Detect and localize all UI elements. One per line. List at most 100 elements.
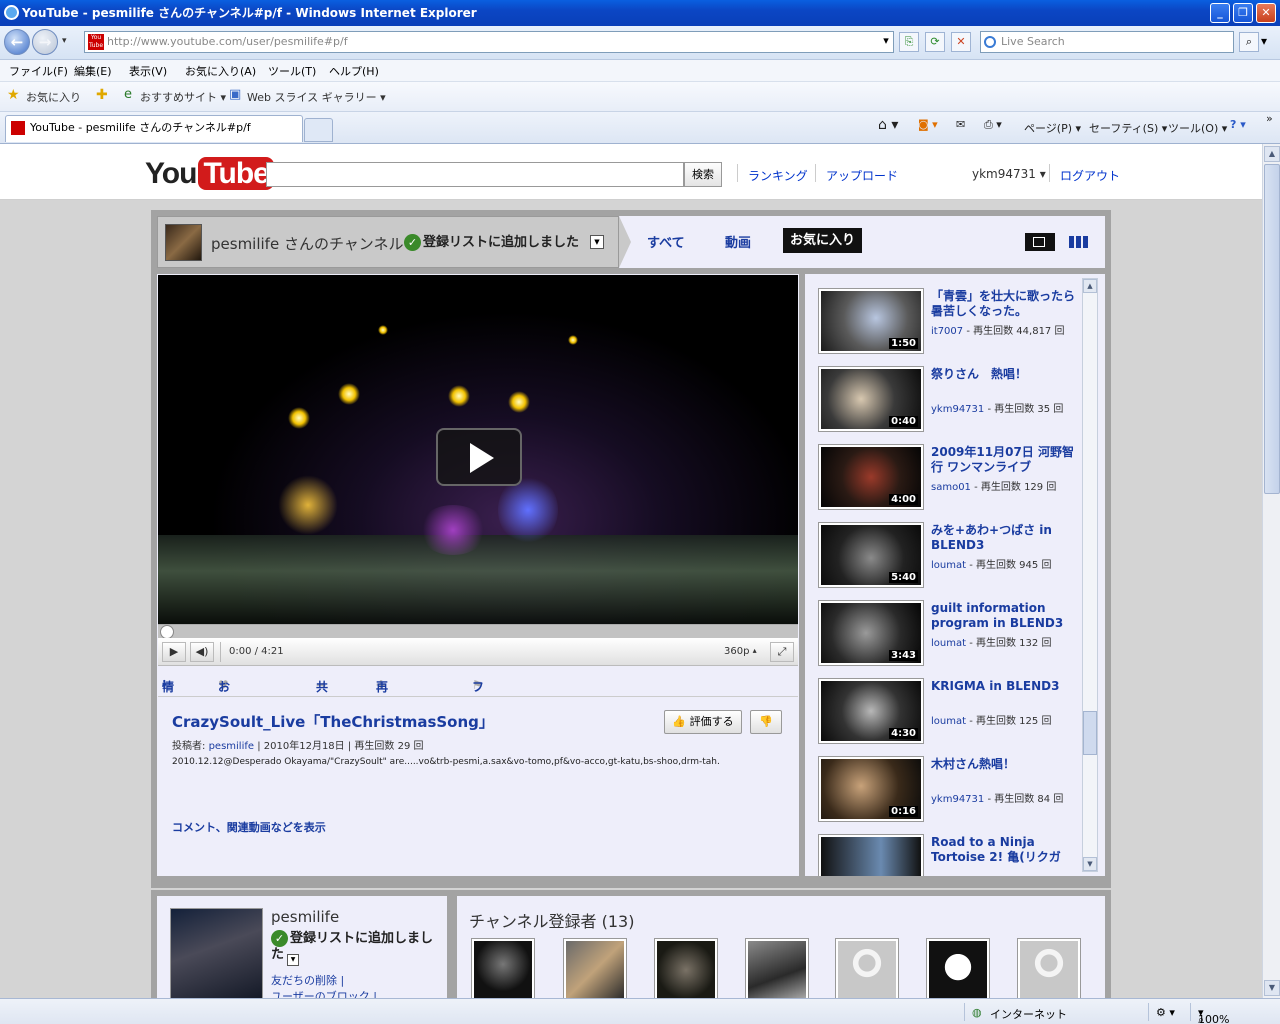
logout-link[interactable]: ログアウト [1060,167,1120,184]
video-thumbnail[interactable]: 0:16 [818,756,924,822]
page-scrollbar[interactable]: ▲ ▼ [1262,144,1280,998]
suggested-sites-link[interactable]: おすすめサイト ▾ [140,89,226,105]
stop-icon[interactable]: ✕ [951,32,971,52]
subscriber-avatar[interactable] [563,938,627,998]
scroll-up-icon[interactable]: ▲ [1083,279,1097,293]
tools-menu[interactable]: ツール(O) ▾ [1168,120,1227,136]
play-icon[interactable]: ▶ [162,642,186,662]
video-list-user[interactable]: loumat [931,638,966,649]
page-scroll-thumb[interactable] [1264,164,1280,494]
dislike-button[interactable]: 👎 [750,710,782,734]
menu-view[interactable]: 表示(V) [129,63,167,79]
menu-tools[interactable]: ツール(T) [268,63,316,79]
back-button[interactable]: ← [4,29,30,55]
url-dropdown-icon[interactable]: ▾ [876,32,896,52]
subscription-dropdown-icon[interactable]: ▼ [590,235,604,249]
subscriber-avatar[interactable] [745,938,809,998]
close-button[interactable]: ✕ [1256,3,1276,23]
search-go-icon[interactable]: ⌕ [1239,32,1259,52]
video-thumbnail[interactable]: 5:40 [818,522,924,588]
video-thumbnail[interactable]: 4:30 [818,678,924,744]
video-list-user[interactable]: samo01 [931,482,971,493]
url-input[interactable]: You Tube http://www.youtube.com/user/pesm… [84,31,894,53]
profile-picture[interactable] [170,908,263,998]
read-mail-icon[interactable]: ✉ [956,118,965,131]
help-icon[interactable]: ? ▾ [1230,118,1246,131]
add-favorite-icon[interactable]: ✚ [96,87,108,103]
zoom-control[interactable]: ⌕ 100% ▾ [1198,1006,1229,1024]
favorites-button[interactable]: お気に入り [26,89,81,105]
history-dropdown-icon[interactable]: ▾ [62,36,67,46]
page-scroll-down-icon[interactable]: ▼ [1264,980,1280,996]
list-item[interactable]: 1:50 「青雲」を壮大に歌ったら暑苦しくなった。 it7007 - 再生回数 44… [805,274,1105,354]
quality-selector[interactable]: 360p ▴ [724,646,757,657]
safety-menu[interactable]: セーフティ(S) ▾ [1089,120,1167,136]
video-list-title[interactable]: 木村さん熱唱！ [931,757,1081,772]
remove-friend-link[interactable]: 友だちの削除 | [271,972,344,988]
list-item[interactable]: 0:40 祭りさん 熱唱！ ykm94731 - 再生回数 35 回 [805,352,1105,432]
video-thumbnail[interactable] [818,834,924,876]
youtube-search-button[interactable]: 検索 [684,162,722,187]
username-dropdown[interactable]: ykm94731 ▾ [972,167,1046,181]
more-toolbar-icon[interactable]: » [1266,112,1273,125]
list-item[interactable]: 4:30 KRIGMA in BLEND3 loumat - 再生回数 125 回 [805,664,1105,744]
video-list-user[interactable]: ykm94731 [931,794,984,805]
tab-videos[interactable]: 動画 [725,232,751,251]
fullscreen-icon[interactable]: ⤢ [770,642,794,662]
list-item[interactable]: 0:16 木村さん熱唱！ ykm94731 - 再生回数 84 回 [805,742,1105,822]
video-progress-bar[interactable] [158,624,798,639]
list-scroll-thumb[interactable] [1083,711,1097,755]
channel-avatar[interactable] [165,224,202,261]
subscriber-avatar[interactable] [471,938,535,998]
video-thumbnail[interactable]: 0:40 [818,366,924,432]
video-list-user[interactable]: loumat [931,560,966,571]
video-list-user[interactable]: it7007 [931,326,963,337]
uploader-link[interactable]: pesmilife [209,741,254,752]
list-item[interactable]: 5:40 みを+あわ+つばさ in BLEND3 loumat - 再生回数 945… [805,508,1105,588]
minimize-button[interactable]: _ [1210,3,1230,23]
tab-all[interactable]: すべて [647,232,685,251]
scroll-down-icon[interactable]: ▼ [1083,857,1097,871]
tab-favorites[interactable]: お気に入り [783,228,863,253]
ranking-link[interactable]: ランキング [748,167,808,184]
print-icon[interactable]: ⎙ ▾ [984,118,1002,132]
compatibility-view-icon[interactable]: ⎘ [899,32,919,52]
page-menu[interactable]: ページ(P) ▾ [1024,120,1081,136]
feeds-icon[interactable]: ◙ ▾ [918,118,938,131]
subscriber-avatar[interactable] [654,938,718,998]
forward-button[interactable]: → [32,29,58,55]
volume-icon[interactable]: ◀) [190,642,214,662]
profile-subscription-dropdown-icon[interactable]: ▼ [287,954,299,966]
rate-button[interactable]: 👍 評価する [664,710,742,734]
search-options-icon[interactable]: ▾ [1261,34,1267,48]
video-player[interactable] [158,275,798,624]
live-search-input[interactable]: Live Search [980,31,1234,53]
list-item[interactable]: 3:43 guilt information program in BLEND3 l… [805,586,1105,666]
player-view-icon[interactable] [1025,233,1055,251]
protected-mode-icon[interactable]: ⚙ ▾ [1156,1006,1175,1019]
show-comments-link[interactable]: コメント、関連動画などを表示 [172,819,326,835]
video-list-title[interactable]: 「青雲」を壮大に歌ったら暑苦しくなった。 [931,289,1081,319]
subscriber-avatar[interactable] [926,938,990,998]
video-list-title[interactable]: Road to a Ninja Tortoise 2! 亀(リクガ [931,835,1081,865]
menu-favorites[interactable]: お気に入り(A) [185,63,256,79]
home-icon[interactable]: ⌂ ▾ [878,117,898,133]
video-list-title[interactable]: 2009年11月07日 河野智行 ワンマンライブ [931,445,1081,475]
block-user-link[interactable]: ユーザーのブロック | [271,988,377,998]
youtube-logo[interactable]: You Tube [145,154,274,194]
subscriber-avatar-default[interactable] [835,938,899,998]
video-list-user[interactable]: ykm94731 [931,404,984,415]
menu-file[interactable]: ファイル(F) [9,63,68,79]
subscriber-avatar-default[interactable] [1017,938,1081,998]
progress-scrubber-handle[interactable] [160,625,174,639]
upload-link[interactable]: アップロード [826,167,898,184]
big-play-button[interactable] [436,428,522,486]
video-list-title[interactable]: みを+あわ+つばさ in BLEND3 [931,523,1081,553]
page-scroll-up-icon[interactable]: ▲ [1264,146,1280,162]
grid-view-icon[interactable] [1069,236,1089,248]
menu-edit[interactable]: 編集(E) [74,63,112,79]
maximize-button[interactable]: ❐ [1233,3,1253,23]
video-thumbnail[interactable]: 4:00 [818,444,924,510]
youtube-search-input[interactable] [266,162,684,187]
video-list-title[interactable]: guilt information program in BLEND3 [931,601,1081,631]
